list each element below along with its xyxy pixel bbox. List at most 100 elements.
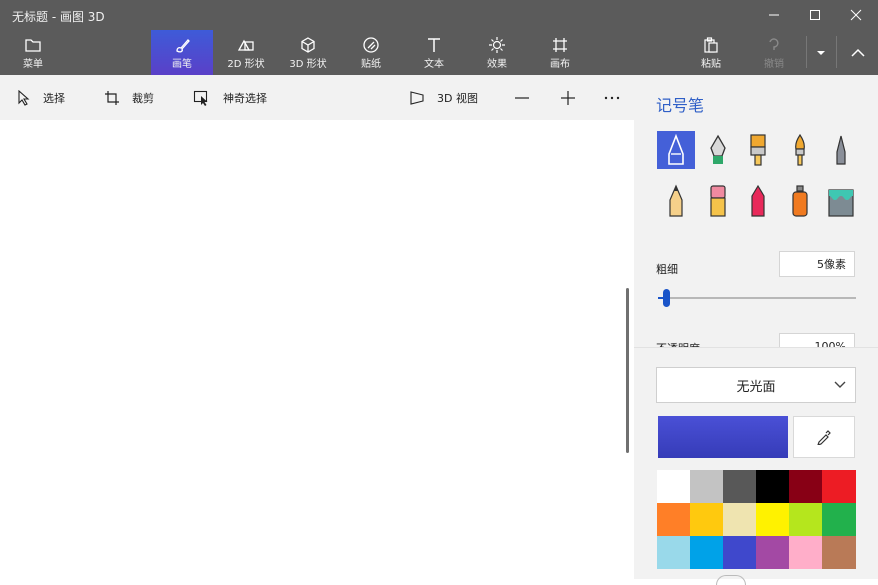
zoom-in-button[interactable] <box>560 75 576 120</box>
calligraphy-pen-brush[interactable] <box>699 131 737 169</box>
undo-label: 撤销 <box>764 59 784 70</box>
oil-brush[interactable] <box>739 131 777 169</box>
pencil-icon <box>669 184 683 217</box>
tab-label: 贴纸 <box>361 59 381 70</box>
magic-select-button[interactable]: 神奇选择 <box>193 75 267 120</box>
color-swatch[interactable] <box>723 536 757 569</box>
maximize-button[interactable] <box>795 0 835 30</box>
tab-brushes[interactable]: 画笔 <box>151 30 213 75</box>
finish-value: 无光面 <box>736 379 776 395</box>
chevron-down-icon <box>834 381 846 388</box>
eyedropper-button[interactable] <box>793 416 855 458</box>
spray-can-icon <box>792 185 808 217</box>
color-swatch[interactable] <box>789 536 823 569</box>
color-swatch[interactable] <box>723 503 757 536</box>
tab-label: 画笔 <box>172 59 192 70</box>
marker-icon <box>668 134 684 165</box>
caret-down-icon <box>817 51 825 55</box>
more-icon <box>604 96 620 99</box>
tab-label: 2D 形状 <box>227 59 265 70</box>
collapse-ribbon-button[interactable] <box>838 38 878 68</box>
color-swatch[interactable] <box>789 503 823 536</box>
watercolor-brush[interactable] <box>781 131 819 169</box>
color-swatch[interactable] <box>789 470 823 503</box>
more-options-button[interactable] <box>604 75 620 120</box>
paste-button[interactable]: 粘贴 <box>680 30 742 75</box>
tab-canvas[interactable]: 画布 <box>529 30 591 75</box>
color-swatch[interactable] <box>822 470 856 503</box>
thickness-slider-thumb[interactable] <box>662 289 670 307</box>
tab-label: 3D 形状 <box>289 59 327 70</box>
magic-select-label: 神奇选择 <box>223 91 267 105</box>
select-button[interactable]: 选择 <box>17 75 65 120</box>
oil-brush-icon <box>750 134 766 166</box>
vertical-scrollbar[interactable] <box>626 288 629 453</box>
color-swatch[interactable] <box>657 536 691 569</box>
opacity-input[interactable]: 100% <box>779 333 855 348</box>
folder-icon <box>24 35 42 55</box>
current-color-swatch[interactable] <box>658 416 788 458</box>
panel-title: 记号笔 <box>656 96 705 115</box>
crop-button[interactable]: 裁剪 <box>104 75 154 120</box>
text-icon <box>425 35 443 55</box>
tab-2d-shapes[interactable]: 2D 形状 <box>215 30 277 75</box>
paste-label: 粘贴 <box>701 59 721 70</box>
title-bar: 无标题 - 画图 3D <box>0 0 878 30</box>
watercolor-icon <box>795 134 805 166</box>
eraser-icon <box>710 185 726 217</box>
color-swatch[interactable] <box>822 536 856 569</box>
menu-button[interactable]: 菜单 <box>2 30 64 75</box>
color-swatch[interactable] <box>657 470 691 503</box>
color-swatch[interactable] <box>657 503 691 536</box>
tab-stickers[interactable]: 贴纸 <box>340 30 402 75</box>
drawing-canvas[interactable] <box>0 120 634 579</box>
minus-icon <box>515 96 529 99</box>
divider <box>836 36 837 68</box>
brush-icon <box>173 35 191 55</box>
pixel-pen-brush[interactable] <box>822 131 860 169</box>
eraser-brush[interactable] <box>699 182 737 220</box>
brush-panel: 记号笔 粗细 5像素 不透明度 100% 无光面 <box>634 75 878 585</box>
tab-label: 文本 <box>424 59 444 70</box>
thickness-input[interactable]: 5像素 <box>779 251 855 277</box>
more-dropdown-button[interactable] <box>807 38 835 68</box>
color-swatch[interactable] <box>822 503 856 536</box>
crop-icon <box>104 90 120 106</box>
menu-label: 菜单 <box>23 59 43 70</box>
color-swatch[interactable] <box>690 503 724 536</box>
maximize-icon <box>810 10 820 20</box>
add-color-button[interactable] <box>716 575 746 585</box>
fill-brush[interactable] <box>822 182 860 220</box>
color-swatch[interactable] <box>690 536 724 569</box>
color-swatch[interactable] <box>756 503 790 536</box>
minimize-button[interactable] <box>754 0 794 30</box>
crayon-brush[interactable] <box>739 182 777 220</box>
tab-effects[interactable]: 效果 <box>466 30 528 75</box>
color-swatch[interactable] <box>756 536 790 569</box>
spray-can-brush[interactable] <box>781 182 819 220</box>
opacity-row: 不透明度 100% <box>634 328 878 348</box>
eyedropper-icon <box>817 430 831 445</box>
color-palette <box>657 470 856 569</box>
color-swatch[interactable] <box>690 470 724 503</box>
sub-toolbar: 选择 裁剪 神奇选择 3D 视图 <box>0 75 634 120</box>
thickness-slider-track[interactable] <box>658 297 856 299</box>
undo-button[interactable]: 撤销 <box>743 30 805 75</box>
tab-text[interactable]: 文本 <box>403 30 465 75</box>
3d-view-button[interactable]: 3D 视图 <box>409 75 478 120</box>
tab-3d-shapes[interactable]: 3D 形状 <box>277 30 339 75</box>
pencil-brush[interactable] <box>657 182 695 220</box>
magic-select-icon <box>193 90 211 106</box>
finish-dropdown[interactable]: 无光面 <box>656 367 856 403</box>
marker-brush[interactable] <box>657 131 695 169</box>
color-swatch[interactable] <box>723 470 757 503</box>
top-bar: 无标题 - 画图 3D 菜单 画笔 2D 形状 3D 形状 贴纸 文本 效果 画… <box>0 0 878 75</box>
window-title: 无标题 - 画图 3D <box>12 10 105 24</box>
paste-icon <box>702 35 720 55</box>
close-button[interactable] <box>836 0 876 30</box>
select-label: 选择 <box>43 91 65 105</box>
zoom-out-button[interactable] <box>514 75 530 120</box>
chevron-up-icon <box>851 48 865 57</box>
close-icon <box>850 9 862 21</box>
color-swatch[interactable] <box>756 470 790 503</box>
